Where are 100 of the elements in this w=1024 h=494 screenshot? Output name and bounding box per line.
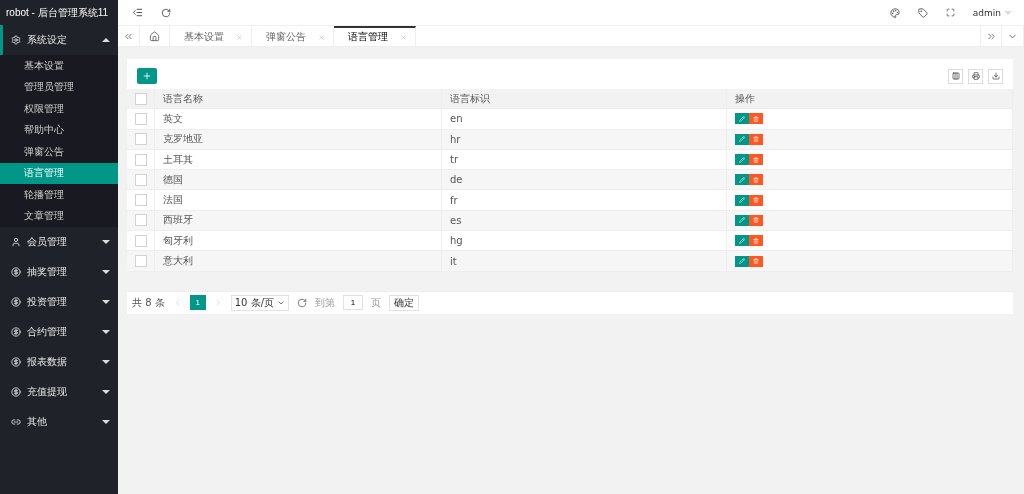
edit-button[interactable] xyxy=(735,235,749,247)
sidebar-group[interactable]: 投资管理 xyxy=(0,287,118,317)
export-button[interactable] xyxy=(988,68,1003,84)
table-cell: it xyxy=(442,251,727,272)
refresh-icon[interactable] xyxy=(161,7,171,18)
fullscreen-icon[interactable] xyxy=(945,8,955,17)
trash-icon xyxy=(753,237,759,244)
sidebar-group[interactable]: 报表数据 xyxy=(0,347,118,377)
table-cell: de xyxy=(442,170,727,191)
row-checkbox[interactable] xyxy=(135,234,147,247)
delete-button[interactable] xyxy=(749,214,763,226)
row-checkbox[interactable] xyxy=(135,194,147,207)
edit-button[interactable] xyxy=(735,174,749,186)
brand-title: robot - 后台管理系统11 xyxy=(5,5,110,20)
refresh-icon[interactable] xyxy=(297,297,307,308)
sidebar-item[interactable]: 权限管理 xyxy=(0,98,118,120)
coin-icon xyxy=(11,267,21,277)
table-cell: 法国 xyxy=(155,190,442,211)
sidebar-group[interactable]: 抽奖管理 xyxy=(0,257,118,287)
edit-button[interactable] xyxy=(735,113,749,125)
sidebar-item[interactable]: 基本设置 xyxy=(0,55,118,77)
caret-icon xyxy=(1004,10,1012,15)
home-icon xyxy=(149,30,160,42)
page-input[interactable]: 1 xyxy=(343,295,363,311)
sidebar-item[interactable]: 文章管理 xyxy=(0,205,118,227)
page-size-select[interactable]: 10 条/页 xyxy=(230,294,289,311)
edit-button[interactable] xyxy=(735,214,749,226)
tab[interactable]: 语言管理 xyxy=(334,26,416,46)
trash-icon xyxy=(753,156,759,163)
total-count: 共 8 条 xyxy=(132,295,165,310)
confirm-button[interactable]: 确定 xyxy=(389,294,419,311)
sidebar-item[interactable]: 轮播管理 xyxy=(0,184,118,206)
menu-icon[interactable] xyxy=(132,7,143,18)
trash-icon xyxy=(753,176,759,183)
download-icon xyxy=(991,72,1000,80)
scroll-right-button[interactable] xyxy=(980,26,1002,46)
pencil-icon xyxy=(739,258,745,264)
row-checkbox[interactable] xyxy=(135,153,147,166)
trash-icon xyxy=(753,217,759,224)
palette-icon[interactable] xyxy=(889,7,900,18)
table-cell: es xyxy=(442,210,727,232)
print-button[interactable] xyxy=(968,68,983,84)
delete-button[interactable] xyxy=(749,235,763,247)
delete-button[interactable] xyxy=(749,255,763,267)
edit-button[interactable] xyxy=(735,194,749,206)
table-cell: hr xyxy=(442,129,727,150)
delete-button[interactable] xyxy=(749,133,763,145)
page-unit: 页 xyxy=(371,295,381,310)
column-header: 操作 xyxy=(727,89,1013,110)
delete-button[interactable] xyxy=(749,174,763,186)
sidebar-item[interactable]: 管理员管理 xyxy=(0,76,118,98)
caret-icon xyxy=(102,240,110,244)
column-header: 语言标识 xyxy=(442,89,727,110)
sidebar-group[interactable]: 会员管理 xyxy=(0,227,118,257)
row-checkbox[interactable] xyxy=(135,133,147,146)
caret-icon xyxy=(102,270,110,274)
row-checkbox[interactable] xyxy=(135,214,147,227)
trash-icon xyxy=(753,115,759,122)
caret-icon xyxy=(102,390,110,394)
pencil-icon xyxy=(739,115,745,122)
table-cell: 克罗地亚 xyxy=(155,129,442,150)
table-cell: 意大利 xyxy=(155,251,442,272)
sidebar-group[interactable]: 充值提现 xyxy=(0,377,118,407)
delete-button[interactable] xyxy=(749,194,763,206)
table-cell: hg xyxy=(442,231,727,252)
sidebar-item[interactable]: 弹窗公告 xyxy=(0,141,118,163)
add-button[interactable] xyxy=(137,68,157,84)
tab[interactable]: 基本设置 xyxy=(170,26,252,46)
plus-icon xyxy=(142,71,152,81)
columns-button[interactable] xyxy=(948,68,963,84)
row-checkbox[interactable] xyxy=(135,173,147,186)
caret-icon xyxy=(102,300,110,304)
coin-icon xyxy=(11,387,21,397)
edit-button[interactable] xyxy=(735,255,749,267)
pencil-icon xyxy=(739,176,745,183)
link-icon xyxy=(11,417,21,427)
caret-icon xyxy=(102,360,110,364)
coin-icon xyxy=(11,357,21,367)
table-cell: 西班牙 xyxy=(155,210,442,232)
pencil-icon xyxy=(739,217,745,224)
row-checkbox[interactable] xyxy=(135,255,147,267)
pencil-icon xyxy=(739,136,745,143)
trash-icon xyxy=(753,136,759,143)
tag-icon[interactable] xyxy=(917,7,928,18)
edit-button[interactable] xyxy=(735,154,749,166)
sidebar-group[interactable]: 合约管理 xyxy=(0,317,118,347)
sidebar-item[interactable]: 语言管理 xyxy=(0,162,118,184)
caret-icon xyxy=(102,38,110,42)
coin-icon xyxy=(11,327,21,337)
edit-button[interactable] xyxy=(735,133,749,145)
print-icon xyxy=(971,72,980,80)
page-button[interactable]: 1 xyxy=(189,295,206,311)
sidebar-group[interactable]: 其他 xyxy=(0,407,118,437)
delete-button[interactable] xyxy=(749,154,763,166)
delete-button[interactable] xyxy=(749,113,763,125)
sidebar-item[interactable]: 帮助中心 xyxy=(0,119,118,141)
row-checkbox[interactable] xyxy=(135,112,147,125)
pencil-icon xyxy=(739,197,745,204)
user-menu[interactable]: admin xyxy=(972,7,1012,18)
select-all-checkbox[interactable] xyxy=(135,92,147,105)
